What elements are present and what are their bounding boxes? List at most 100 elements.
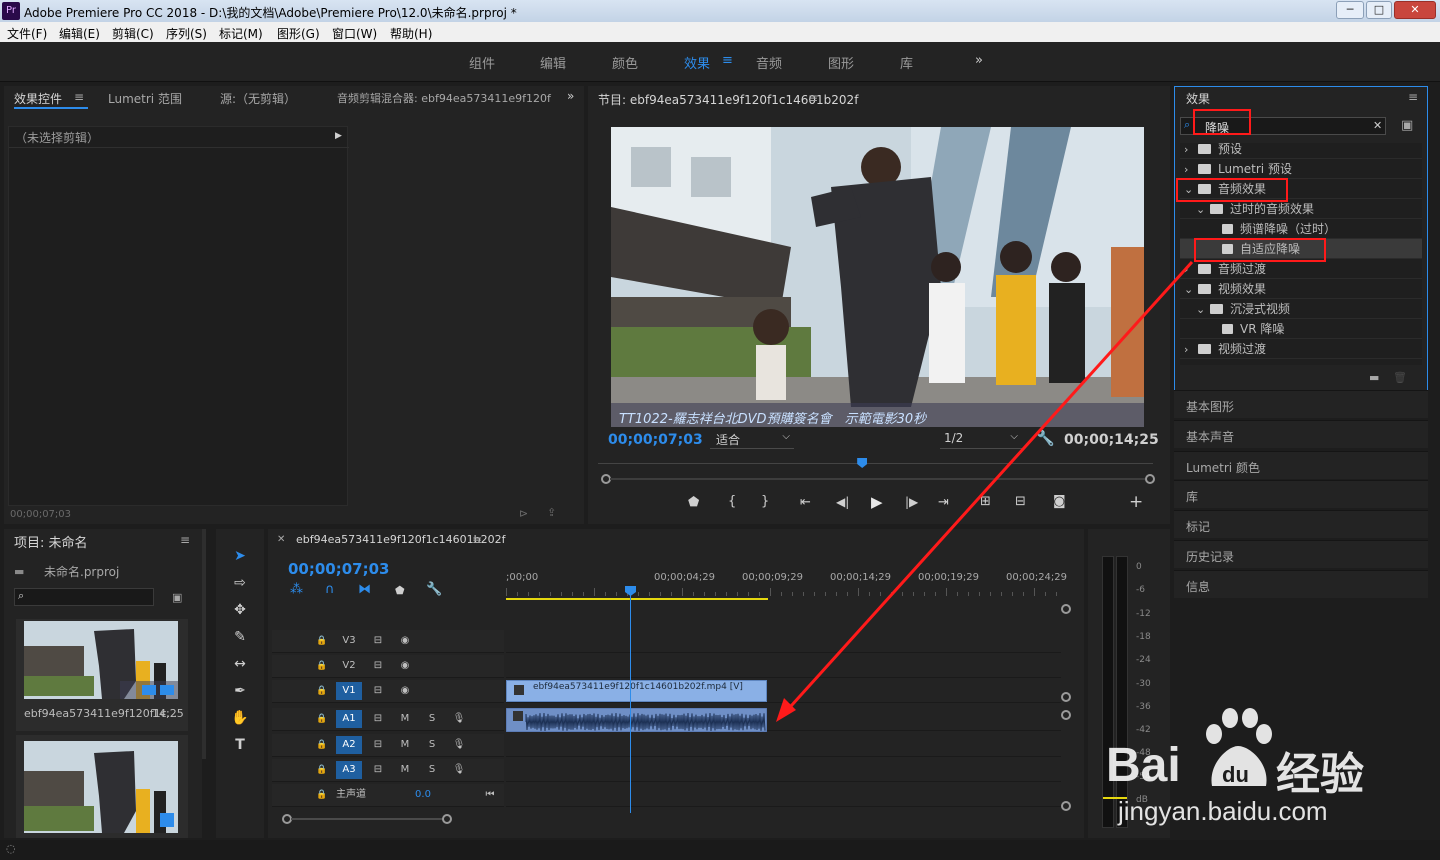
chevron-down-icon[interactable]: ⌄ (1196, 200, 1210, 220)
fit-dropdown[interactable]: 适合 ⌵ (710, 431, 794, 449)
step-forward-icon[interactable]: |▶ (905, 495, 918, 509)
panel-markers[interactable]: 标记 (1174, 510, 1428, 538)
slip-tool-icon[interactable]: ↔ (229, 653, 251, 675)
panel-overflow-icon[interactable]: » (567, 89, 574, 103)
sequence-card[interactable] (16, 735, 188, 838)
workspace-graphics[interactable]: 图形 (828, 53, 854, 72)
add-button-icon[interactable]: + (1129, 492, 1143, 512)
menu-sequence[interactable]: 序列(S) (166, 25, 207, 42)
menu-graphics[interactable]: 图形(G) (277, 25, 320, 42)
solo-button[interactable]: S (422, 710, 442, 728)
program-playhead[interactable] (857, 458, 868, 468)
mic-icon[interactable]: 🎙 (449, 710, 469, 728)
effects-item-8[interactable]: ⌄ 沉浸式视频 (1180, 299, 1422, 319)
track-lock-icon[interactable]: 🔒 (312, 710, 332, 728)
track-lock-icon[interactable]: 🔒 (312, 761, 332, 779)
v-zoom-handle-mid[interactable] (1061, 692, 1071, 702)
effects-item-6[interactable]: › 音频过渡 (1180, 259, 1422, 279)
panel-essential-sound[interactable]: 基本声音 (1174, 420, 1428, 448)
track-sync-lock-icon[interactable]: ⊟ (368, 710, 388, 728)
wrench-icon[interactable]: 🔧 (1036, 429, 1055, 447)
project-search-input[interactable]: ⌕ (14, 588, 154, 606)
work-area-bar[interactable] (506, 598, 768, 600)
menu-clip[interactable]: 剪辑(C) (112, 25, 154, 42)
effects-menu-icon[interactable]: ≡ (1408, 90, 1418, 104)
resolution-dropdown[interactable]: 1/2 ⌵ (940, 431, 1022, 449)
track-sync-lock-icon[interactable]: ⊟ (368, 632, 388, 650)
selection-tool-icon[interactable]: ➤ (229, 545, 251, 567)
menu-window[interactable]: 窗口(W) (332, 25, 377, 42)
workspace-menu-icon[interactable]: ≡ (722, 53, 733, 68)
track-lane-a3[interactable] (506, 759, 1061, 782)
timeline-settings-wrench-icon[interactable]: 🔧 (426, 582, 442, 597)
track-sync-lock-icon[interactable]: ⊟ (368, 761, 388, 779)
tab-lumetri-scopes[interactable]: Lumetri 范围 (108, 90, 182, 107)
track-target-v1[interactable]: V1 (336, 682, 362, 700)
track-lane-v3[interactable] (506, 630, 1061, 653)
master-volume-value[interactable]: 0.0 (408, 786, 438, 804)
effects-item-3[interactable]: ⌄ 过时的音频效果 (1180, 199, 1422, 219)
program-menu-icon[interactable]: ≡ (808, 91, 818, 105)
program-current-timecode[interactable]: 00;00;07;03 (608, 432, 703, 448)
add-marker-icon[interactable]: ⬟ (395, 584, 405, 597)
track-sync-lock-icon[interactable]: ⊟ (368, 682, 388, 700)
eye-icon[interactable]: ◉ (395, 682, 415, 700)
chevron-right-icon[interactable]: › (1184, 260, 1198, 280)
track-lock-icon[interactable]: 🔒 (312, 736, 332, 754)
track-lock-icon[interactable]: 🔒 (312, 657, 332, 675)
eye-icon[interactable]: ◉ (395, 632, 415, 650)
program-time-ruler[interactable] (598, 456, 1153, 464)
track-target-a2[interactable]: A2 (336, 736, 362, 754)
track-target-a3[interactable]: A3 (336, 761, 362, 779)
lift-icon[interactable]: ⊞ (980, 494, 991, 509)
audio-clip[interactable] (506, 708, 767, 732)
new-bin-icon[interactable]: ▣ (172, 591, 182, 604)
delete-icon[interactable]: 🗑 (1393, 371, 1407, 384)
program-monitor-title[interactable]: 节目: ebf94ea573411e9f120f1c14601b202f (598, 91, 858, 108)
tab-source[interactable]: 源:（无剪辑） (220, 90, 296, 107)
mark-in-icon[interactable]: { (728, 494, 736, 509)
linked-selection-icon[interactable]: ⧓ (358, 582, 371, 597)
track-lane-v2[interactable] (506, 655, 1061, 678)
project-panel-title[interactable]: 项目: 未命名 (14, 532, 88, 551)
extract-icon[interactable]: ⊟ (1015, 494, 1026, 509)
effects-item-4[interactable]: 频谱降噪（过时） (1180, 219, 1422, 239)
go-to-end-icon[interactable]: ⏮ (480, 786, 500, 804)
a-zoom-handle-bottom[interactable] (1061, 801, 1071, 811)
close-window-button[interactable]: ✕ (1394, 1, 1436, 19)
nest-icon[interactable]: ⁂ (290, 582, 303, 597)
add-marker-icon[interactable]: ⬟ (688, 495, 699, 510)
mute-button[interactable]: M (395, 736, 415, 754)
maximize-button[interactable]: □ (1366, 1, 1392, 19)
menu-help[interactable]: 帮助(H) (390, 25, 432, 42)
project-scrollbar[interactable] (202, 529, 206, 759)
tab-effect-controls[interactable]: 效果控件 (14, 90, 62, 107)
track-sync-lock-icon[interactable]: ⊟ (368, 657, 388, 675)
workspace-libraries[interactable]: 库 (900, 53, 913, 72)
type-tool-icon[interactable]: T (229, 734, 251, 756)
track-lane-a2[interactable] (506, 734, 1061, 757)
workspace-effects[interactable]: 效果 (684, 53, 710, 72)
workspace-assembly[interactable]: 组件 (469, 53, 495, 72)
chevron-down-icon[interactable]: ⌄ (1196, 300, 1210, 320)
mark-out-icon[interactable]: } (761, 494, 769, 509)
effects-item-9[interactable]: VR 降噪 (1180, 319, 1422, 339)
new-bin-preset-icon[interactable]: ▣ (1401, 118, 1413, 133)
track-sync-lock-icon[interactable]: ⊟ (368, 736, 388, 754)
sequence-menu-icon[interactable]: ≡ (472, 533, 482, 547)
v-zoom-handle-top[interactable] (1061, 604, 1071, 614)
mute-button[interactable]: M (395, 710, 415, 728)
play-icon[interactable]: ▶ (871, 493, 883, 511)
timeline-timecode[interactable]: 00;00;07;03 (288, 560, 390, 578)
menu-edit[interactable]: 编辑(E) (59, 25, 100, 42)
expand-arrow-icon[interactable]: ▶ (335, 131, 342, 141)
track-select-tool-icon[interactable]: ⇨ (229, 572, 251, 594)
hand-tool-icon[interactable]: ✋ (229, 707, 251, 729)
camera-icon[interactable]: ◙ (1053, 494, 1066, 509)
timeline-ruler[interactable]: ;00;00 00;00;04;29 00;00;09;29 00;00;14;29 0… (506, 568, 1149, 600)
solo-button[interactable]: S (422, 736, 442, 754)
filter-icon[interactable]: ⊳ (519, 507, 528, 520)
export-icon[interactable]: ⇪ (547, 506, 556, 519)
project-menu-icon[interactable]: ≡ (180, 533, 190, 547)
chevron-right-icon[interactable]: › (1184, 340, 1198, 360)
